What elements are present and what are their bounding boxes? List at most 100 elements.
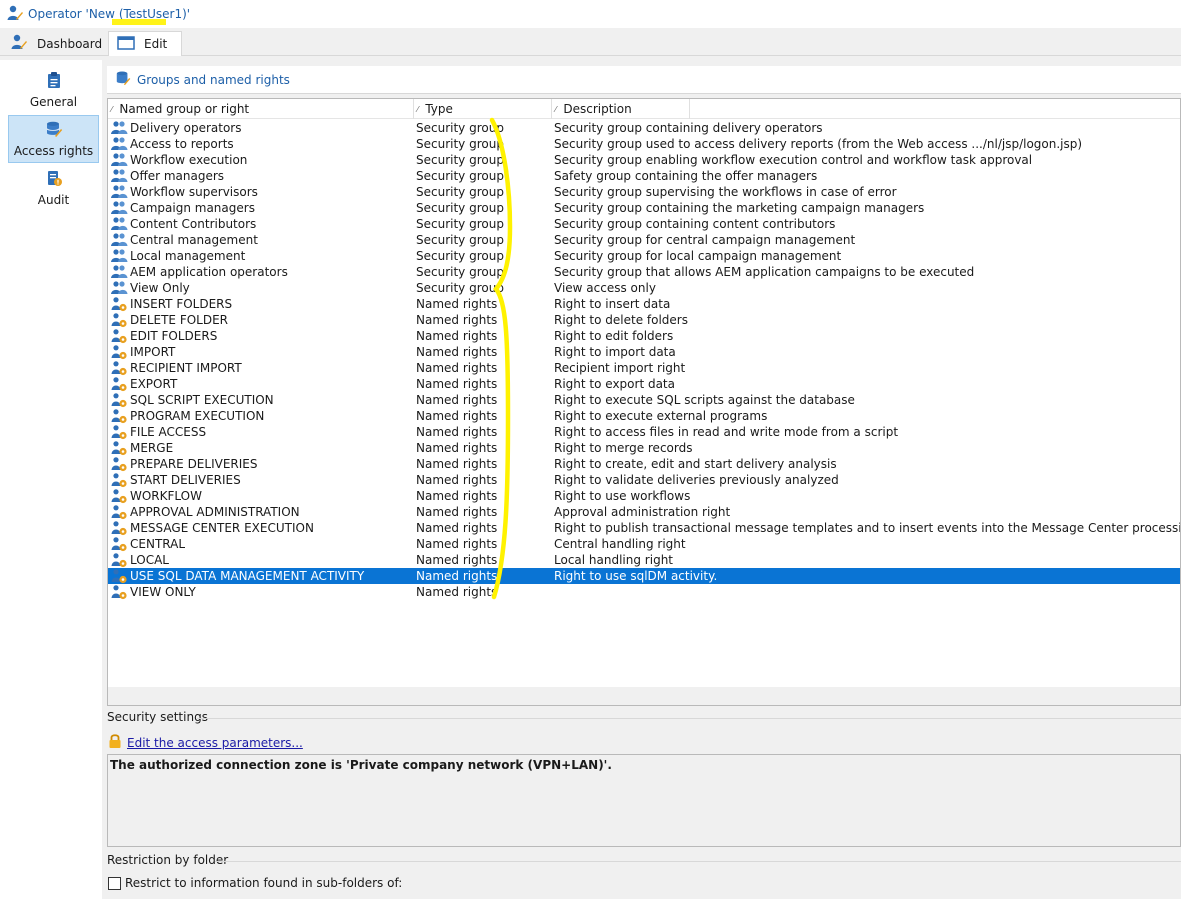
named-right-icon (110, 328, 128, 344)
restrict-subfolders-option[interactable]: Restrict to information found in sub-fol… (108, 876, 402, 890)
row-name: FILE ACCESS (130, 425, 207, 439)
row-name: MESSAGE CENTER EXECUTION (130, 521, 314, 535)
row-description: Right to edit folders (554, 329, 674, 343)
table-row[interactable]: AEM application operators Security group S… (108, 264, 1180, 280)
table-row[interactable]: Access to reports Security group Security … (108, 136, 1180, 152)
row-name: PROGRAM EXECUTION (130, 409, 265, 423)
table-row[interactable]: PREPARE DELIVERIES Named rights Right to c… (108, 456, 1180, 472)
grid-header: ⁄ Named group or right ⁄ Type ⁄ Descript… (108, 99, 1180, 119)
column-header-type-label: Type (425, 102, 453, 116)
database-edit-icon (115, 70, 131, 89)
row-description: Security group used to access delivery r… (554, 137, 1083, 151)
table-row[interactable]: PROGRAM EXECUTION Named rights Right to ex… (108, 408, 1180, 424)
row-name: USE SQL DATA MANAGEMENT ACTIVITY (130, 569, 365, 583)
table-row[interactable]: VIEW ONLY Named rights (108, 584, 1180, 600)
row-type: Named rights (416, 537, 498, 551)
row-name: Workflow execution (130, 153, 248, 167)
column-header-type[interactable]: ⁄ Type (414, 99, 552, 119)
table-row[interactable]: Offer managers Security group Safety group… (108, 168, 1180, 184)
nav-access-rights-label: Access rights (14, 144, 93, 158)
nav-general[interactable]: General (8, 66, 99, 114)
table-row[interactable]: EDIT FOLDERS Named rights Right to edit fo… (108, 328, 1180, 344)
row-name: Offer managers (130, 169, 225, 183)
named-right-icon (110, 472, 128, 488)
table-row[interactable]: MERGE Named rights Right to merge records (108, 440, 1180, 456)
row-description: View access only (554, 281, 656, 295)
table-row[interactable]: APPROVAL ADMINISTRATION Named rights Appro… (108, 504, 1180, 520)
table-row[interactable]: WORKFLOW Named rights Right to use workflo… (108, 488, 1180, 504)
table-row[interactable]: Central management Security group Security… (108, 232, 1180, 248)
table-row[interactable]: Local management Security group Security g… (108, 248, 1180, 264)
section-header: Groups and named rights (107, 66, 1181, 94)
security-group-icon (110, 136, 128, 152)
named-right-icon (110, 344, 128, 360)
sort-icon: ⁄ (555, 104, 557, 114)
restrict-subfolders-checkbox[interactable] (108, 876, 121, 890)
table-row[interactable]: START DELIVERIES Named rights Right to val… (108, 472, 1180, 488)
table-row[interactable]: Campaign managers Security group Security … (108, 200, 1180, 216)
database-edit-icon (45, 120, 63, 141)
named-right-icon (110, 408, 128, 424)
row-type: Named rights (416, 345, 498, 359)
table-row[interactable]: View Only Security group View access only (108, 280, 1180, 296)
row-description: Right to publish transactional message t… (554, 521, 1181, 535)
named-right-icon (110, 584, 128, 600)
security-group-icon (110, 280, 128, 296)
edit-access-parameters-link[interactable]: Edit the access parameters... (127, 736, 303, 750)
edit-access-parameters[interactable]: Edit the access parameters... (108, 733, 303, 752)
row-type: Security group (416, 281, 504, 295)
nav-access-rights[interactable]: Access rights (8, 115, 99, 163)
tab-dashboard[interactable]: Dashboard (2, 31, 106, 56)
table-row[interactable]: IMPORT Named rights Right to import data (108, 344, 1180, 360)
nav-general-label: General (29, 95, 78, 109)
table-row[interactable]: INSERT FOLDERS Named rights Right to inser… (108, 296, 1180, 312)
row-type: Named rights (416, 297, 498, 311)
column-header-description[interactable]: ⁄ Description (552, 99, 690, 119)
table-row[interactable]: MESSAGE CENTER EXECUTION Named rights Righ… (108, 520, 1181, 536)
security-group-icon (110, 232, 128, 248)
table-row[interactable]: Delivery operators Security group Security… (108, 120, 1180, 136)
row-description: Recipient import right (554, 361, 686, 375)
row-type: Security group (416, 217, 504, 231)
row-type: Security group (416, 185, 504, 199)
column-header-name[interactable]: ⁄ Named group or right (108, 99, 414, 119)
nav-audit[interactable]: Audit (8, 164, 99, 212)
table-row[interactable]: EXPORT Named rights Right to export data (108, 376, 1180, 392)
table-row[interactable]: Workflow supervisors Security group Securi… (108, 184, 1180, 200)
security-settings-text: Security settings (107, 710, 208, 724)
operator-icon (6, 4, 24, 25)
row-type: Named rights (416, 329, 498, 343)
named-right-icon (110, 296, 128, 312)
row-type: Named rights (416, 585, 498, 599)
row-description: Right to create, edit and start delivery… (554, 457, 837, 471)
row-description: Right to validate deliveries previously … (554, 473, 839, 487)
security-group-icon (110, 152, 128, 168)
row-type: Named rights (416, 505, 498, 519)
row-name: WORKFLOW (130, 489, 202, 503)
table-row[interactable]: CENTRAL Named rights Central handling righ… (108, 536, 1180, 552)
table-row[interactable]: RECIPIENT IMPORT Named rights Recipient im… (108, 360, 1180, 376)
row-type: Security group (416, 233, 504, 247)
table-row[interactable]: USE SQL DATA MANAGEMENT ACTIVITY Named ri… (108, 568, 1180, 584)
row-description: Security group for central campaign mana… (554, 233, 856, 247)
table-row[interactable]: DELETE FOLDER Named rights Right to delete… (108, 312, 1180, 328)
row-type: Named rights (416, 409, 498, 423)
named-right-icon (110, 392, 128, 408)
table-row[interactable]: SQL SCRIPT EXECUTION Named rights Right to… (108, 392, 1180, 408)
row-name: START DELIVERIES (130, 473, 241, 487)
table-row[interactable]: LOCAL Named rights Local handling right (108, 552, 1180, 568)
row-type: Named rights (416, 377, 498, 391)
divider (215, 861, 1181, 862)
row-description: Right to access files in read and write … (554, 425, 899, 439)
security-group-icon (110, 248, 128, 264)
table-row[interactable]: Content Contributors Security group Securi… (108, 216, 1180, 232)
table-row[interactable]: Workflow execution Security group Security… (108, 152, 1180, 168)
tab-edit[interactable]: Edit (108, 31, 182, 56)
row-name: AEM application operators (130, 265, 288, 279)
left-nav: General Access rights Audit (0, 60, 102, 899)
table-row[interactable]: FILE ACCESS Named rights Right to access f… (108, 424, 1180, 440)
security-group-icon (110, 264, 128, 280)
row-type: Named rights (416, 425, 498, 439)
row-description: Right to export data (554, 377, 675, 391)
audit-icon (45, 169, 63, 190)
